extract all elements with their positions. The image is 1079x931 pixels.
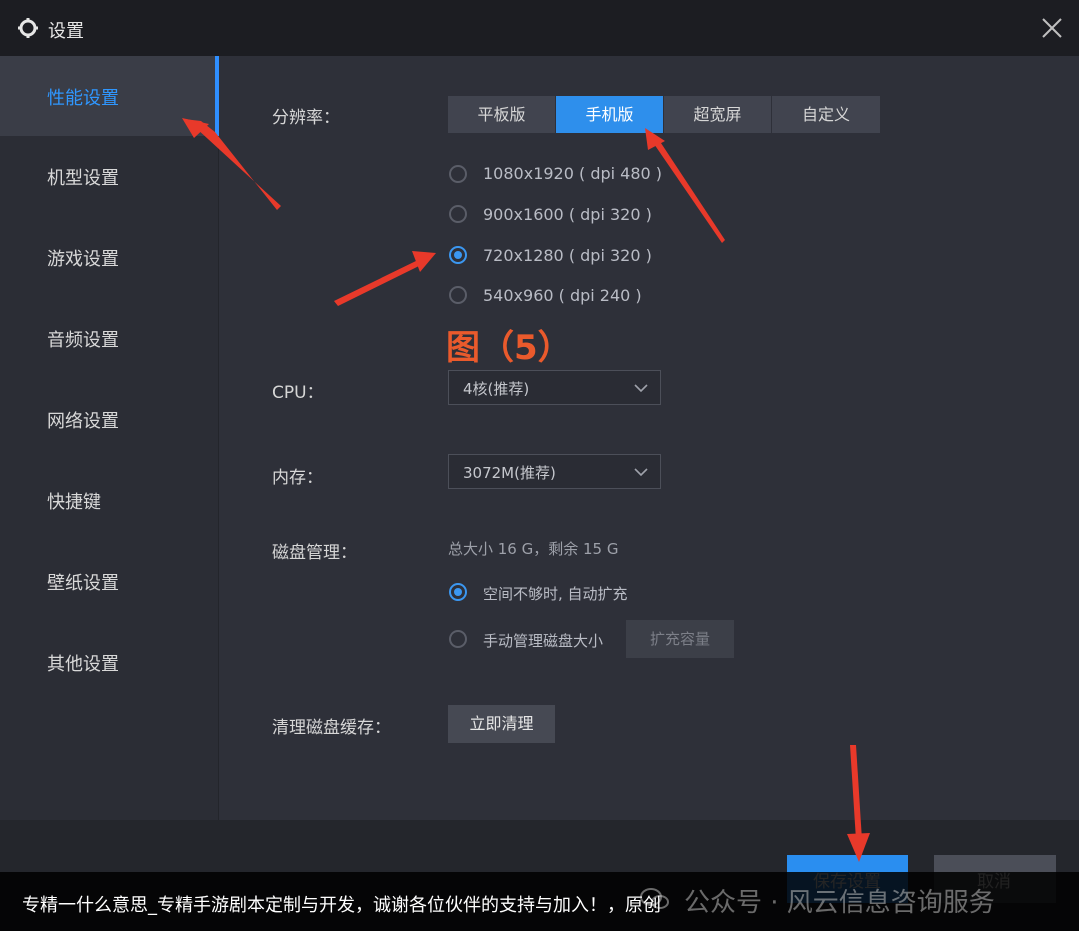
expand-disk-button[interactable]: 扩充容量 xyxy=(626,620,734,658)
disk-label: 磁盘管理： xyxy=(272,543,357,563)
disk-auto-radio[interactable] xyxy=(449,583,467,601)
resolution-radio-720[interactable] xyxy=(449,246,467,264)
sidebar-item-shortcuts[interactable]: 快捷键 xyxy=(0,460,218,540)
sidebar-item-audio[interactable]: 音频设置 xyxy=(0,298,218,378)
tab-ultrawide[interactable]: 超宽屏 xyxy=(664,96,771,133)
tab-custom[interactable]: 自定义 xyxy=(772,96,880,133)
sidebar-item-label: 游戏设置 xyxy=(47,249,119,270)
memory-label: 内存： xyxy=(272,468,323,488)
cpu-select[interactable]: 4核(推荐) xyxy=(448,370,661,405)
disk-manual-radio[interactable] xyxy=(449,630,467,648)
sidebar-item-label: 音频设置 xyxy=(47,330,119,351)
resolution-option-label: 540x960 ( dpi 240 ) xyxy=(483,286,642,305)
sidebar-item-performance[interactable]: 性能设置 xyxy=(0,56,219,136)
resolution-option-label: 720x1280 ( dpi 320 ) xyxy=(483,246,652,265)
disk-info: 总大小 16 G，剩余 15 G xyxy=(448,540,619,558)
cache-label: 清理磁盘缓存： xyxy=(272,718,391,738)
resolution-label: 分辨率： xyxy=(272,108,340,128)
tab-phone[interactable]: 手机版 xyxy=(556,96,663,133)
close-icon[interactable] xyxy=(1040,16,1064,40)
resolution-radio-540[interactable] xyxy=(449,286,467,304)
sidebar-item-label: 壁纸设置 xyxy=(47,573,119,594)
sidebar-item-label: 网络设置 xyxy=(47,411,119,432)
memory-select-value: 3072M(推荐) xyxy=(463,464,556,482)
clear-cache-button[interactable]: 立即清理 xyxy=(448,705,555,743)
tab-tablet[interactable]: 平板版 xyxy=(448,96,555,133)
gear-icon xyxy=(18,18,38,38)
watermark: 公众号 · 风云信息咨询服务 xyxy=(684,888,995,918)
caption-text: 专精一什么意思_专精手游剧本定制与开发，诚谢各位伙伴的支持与加入！，原创 xyxy=(22,895,661,916)
cpu-label: CPU： xyxy=(272,383,324,403)
disk-manual-label: 手动管理磁盘大小 xyxy=(483,632,604,650)
sidebar-item-device-model[interactable]: 机型设置 xyxy=(0,136,218,216)
cpu-select-value: 4核(推荐) xyxy=(463,380,530,398)
disk-auto-label: 空间不够时, 自动扩充 xyxy=(483,585,628,603)
caption-bar: 专精一什么意思_专精手游剧本定制与开发，诚谢各位伙伴的支持与加入！，原创 公众号… xyxy=(0,872,1079,931)
sidebar-item-label: 性能设置 xyxy=(47,88,119,109)
figure-label: 图（5） xyxy=(446,328,572,368)
resolution-option-label: 1080x1920 ( dpi 480 ) xyxy=(483,164,663,183)
settings-panel: 分辨率： 平板版 手机版 超宽屏 自定义 1080x1920 ( dpi 480… xyxy=(219,56,1079,820)
sidebar-item-game[interactable]: 游戏设置 xyxy=(0,217,218,297)
resolution-radio-1080[interactable] xyxy=(449,165,467,183)
window-title: 设置 xyxy=(48,21,84,42)
settings-sidebar: 性能设置 机型设置 游戏设置 音频设置 网络设置 快捷键 壁纸设置 其他设置 xyxy=(0,56,219,820)
sidebar-item-label: 其他设置 xyxy=(47,654,119,675)
sidebar-item-label: 机型设置 xyxy=(47,168,119,189)
title-bar: 设置 xyxy=(0,0,1079,56)
sidebar-item-wallpaper[interactable]: 壁纸设置 xyxy=(0,541,218,621)
sidebar-item-network[interactable]: 网络设置 xyxy=(0,379,218,459)
chevron-down-icon xyxy=(634,384,648,393)
resolution-radio-900[interactable] xyxy=(449,205,467,223)
chevron-down-icon xyxy=(634,468,648,477)
sidebar-item-other[interactable]: 其他设置 xyxy=(0,622,218,702)
memory-select[interactable]: 3072M(推荐) xyxy=(448,454,661,489)
resolution-option-label: 900x1600 ( dpi 320 ) xyxy=(483,205,652,224)
sidebar-item-label: 快捷键 xyxy=(47,492,101,513)
